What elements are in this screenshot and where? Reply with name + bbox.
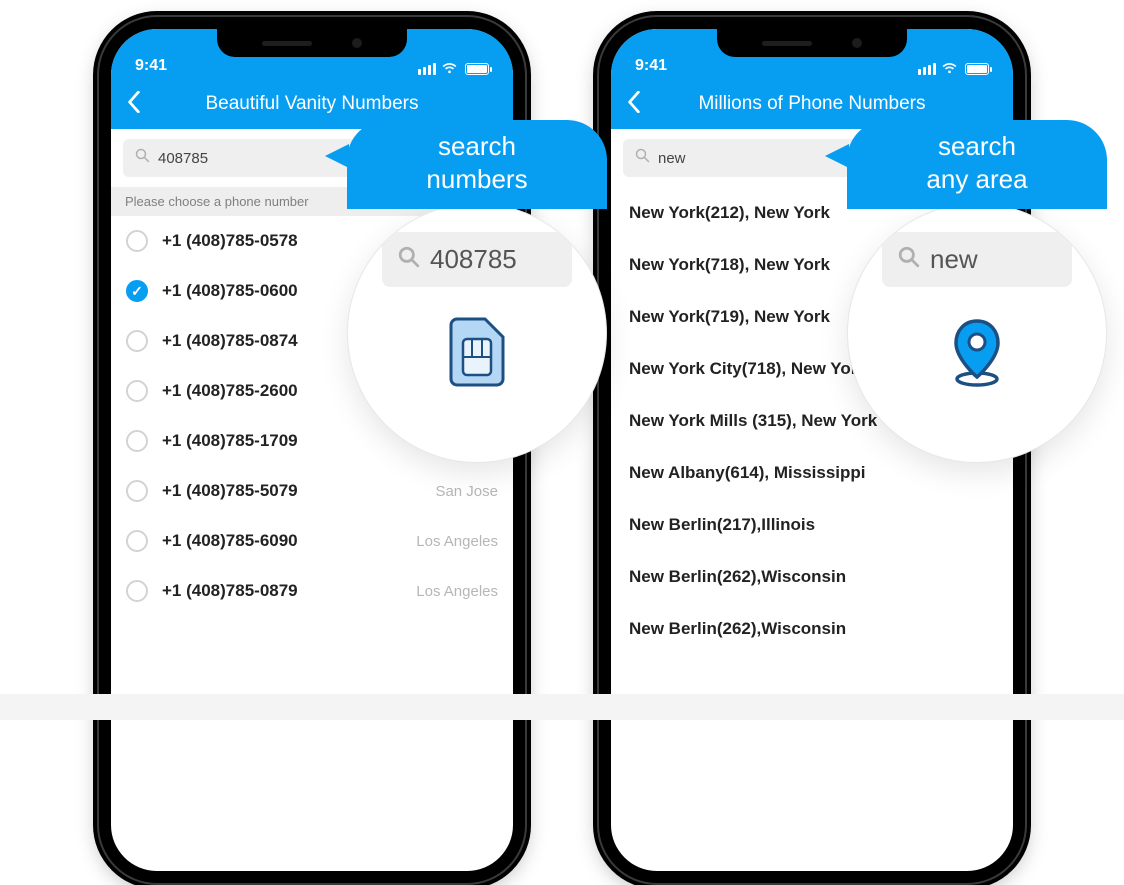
radio-selector[interactable] — [126, 580, 148, 602]
signal-icon — [418, 63, 436, 75]
radio-selector[interactable] — [126, 230, 148, 252]
notch — [217, 29, 407, 57]
battery-icon — [465, 63, 489, 75]
callout-search-box: new — [882, 232, 1072, 287]
statusbar-time: 9:41 — [135, 57, 167, 75]
city-row[interactable]: New Berlin(217),Illinois — [611, 499, 1013, 551]
radio-selector[interactable] — [126, 430, 148, 452]
phone-number-row[interactable]: +1 (408)785-5079 San Jose — [111, 466, 513, 516]
sim-card-icon — [449, 317, 505, 392]
location-pin-icon — [946, 317, 1008, 394]
city-row[interactable]: New Berlin(262),Wisconsin — [611, 551, 1013, 603]
phone-number-text: +1 (408)785-5079 — [162, 481, 421, 501]
callout-search-numbers: search numbers 408785 — [347, 120, 607, 463]
search-icon — [898, 246, 920, 273]
footer-strip — [0, 694, 1124, 720]
city-label: Los Angeles — [416, 533, 498, 550]
wifi-icon — [941, 62, 958, 75]
battery-icon — [965, 63, 989, 75]
radio-selector[interactable] — [126, 380, 148, 402]
callout-search-box: 408785 — [382, 232, 572, 287]
callout-label: search numbers — [347, 120, 607, 209]
callout-query: new — [930, 244, 978, 275]
callout-circle: 408785 — [347, 203, 607, 463]
city-label: San Jose — [435, 483, 498, 500]
page-title: Millions of Phone Numbers — [627, 93, 997, 115]
callout-line2: any area — [877, 163, 1077, 196]
phone-number-text: +1 (408)785-0879 — [162, 581, 402, 601]
wifi-icon — [441, 62, 458, 75]
phone-number-row[interactable]: +1 (408)785-0879 Los Angeles — [111, 566, 513, 616]
signal-icon — [918, 63, 936, 75]
callout-line1: search — [877, 130, 1077, 163]
search-icon — [398, 246, 420, 273]
search-icon — [135, 148, 150, 168]
statusbar-time: 9:41 — [635, 57, 667, 75]
phone-number-row[interactable]: +1 (408)785-6090 Los Angeles — [111, 516, 513, 566]
page-title: Beautiful Vanity Numbers — [127, 93, 497, 115]
city-row[interactable]: New Berlin(262),Wisconsin — [611, 603, 1013, 655]
callout-query: 408785 — [430, 244, 517, 275]
notch — [717, 29, 907, 57]
radio-selector[interactable] — [126, 480, 148, 502]
callout-line1: search — [377, 130, 577, 163]
callout-line2: numbers — [377, 163, 577, 196]
phone-number-text: +1 (408)785-6090 — [162, 531, 402, 551]
radio-selector[interactable] — [126, 530, 148, 552]
callout-label: search any area — [847, 120, 1107, 209]
radio-selector[interactable] — [126, 280, 148, 302]
radio-selector[interactable] — [126, 330, 148, 352]
callout-circle: new — [847, 203, 1107, 463]
search-icon — [635, 148, 650, 168]
callout-search-area: search any area new — [847, 120, 1107, 463]
city-label: Los Angeles — [416, 583, 498, 600]
